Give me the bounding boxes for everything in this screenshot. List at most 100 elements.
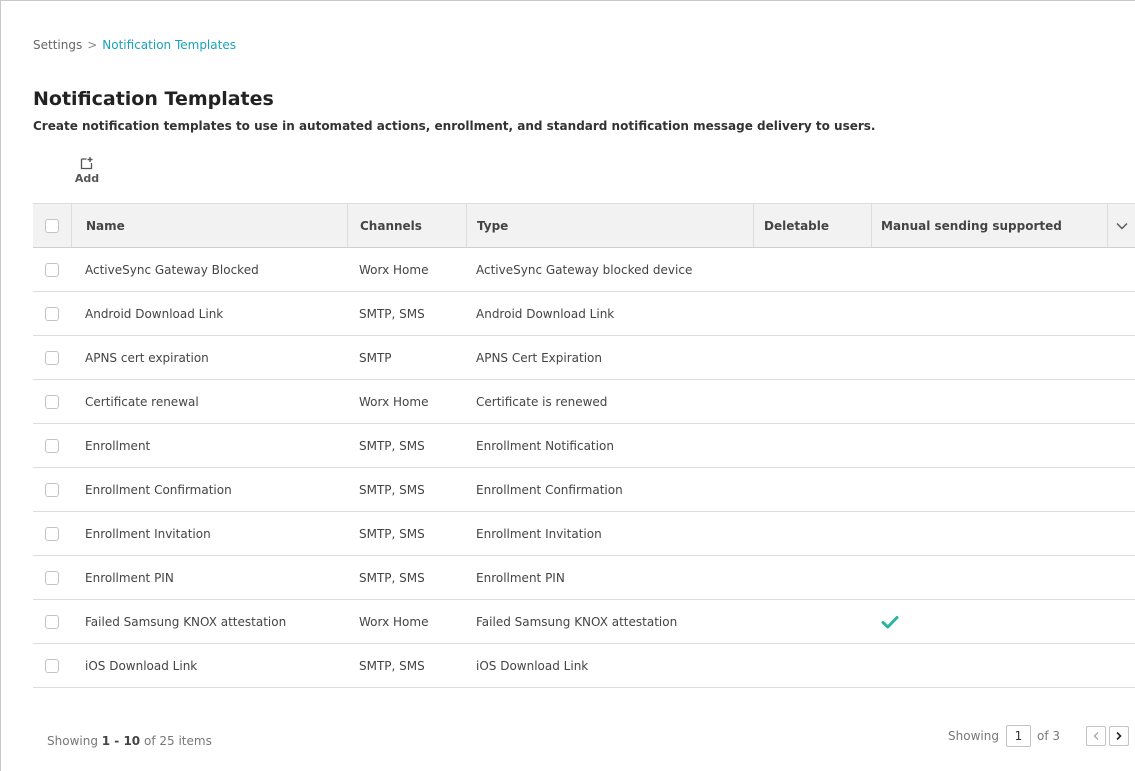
items-count: Showing 1 - 10 of 25 items xyxy=(47,734,212,748)
row-checkbox[interactable] xyxy=(45,614,59,629)
row-type: APNS Cert Expiration xyxy=(476,350,602,365)
add-button-label: Add xyxy=(74,172,100,185)
pager-label: Showing xyxy=(948,729,999,743)
row-name: Android Download Link xyxy=(85,306,224,321)
breadcrumb: Settings > Notification Templates xyxy=(33,38,236,52)
column-header-name[interactable]: Name xyxy=(71,204,347,247)
window-border-left xyxy=(0,0,1,771)
row-deletable xyxy=(753,468,871,511)
breadcrumb-separator: > xyxy=(87,38,98,52)
row-type: iOS Download Link xyxy=(476,658,589,673)
column-header-manual-sending[interactable]: Manual sending supported xyxy=(871,204,1107,247)
row-checkbox-cell xyxy=(33,424,71,467)
next-page-button[interactable] xyxy=(1109,726,1129,746)
page-title: Notification Templates xyxy=(33,88,274,110)
row-manual-sending xyxy=(871,556,1107,599)
row-manual-sending xyxy=(871,292,1107,335)
row-deletable xyxy=(753,512,871,555)
table-row[interactable]: APNS cert expiration SMTP APNS Cert Expira… xyxy=(33,336,1135,380)
window-border-top xyxy=(0,0,1135,1)
row-checkbox[interactable] xyxy=(45,306,59,321)
row-checkbox-cell xyxy=(33,644,71,687)
row-name: iOS Download Link xyxy=(85,658,198,673)
header-checkbox-cell xyxy=(33,204,71,247)
row-deletable xyxy=(753,600,871,643)
row-manual-sending xyxy=(871,600,1107,643)
items-count-prefix: Showing xyxy=(47,734,98,748)
row-type: Android Download Link xyxy=(476,306,615,321)
row-type: Enrollment Invitation xyxy=(476,526,602,541)
row-manual-sending xyxy=(871,468,1107,511)
table-row[interactable]: ActiveSync Gateway Blocked Worx Home Activ… xyxy=(33,248,1135,292)
table-row[interactable]: Enrollment SMTP, SMS Enrollment Notificati… xyxy=(33,424,1135,468)
row-channels: SMTP, SMS xyxy=(359,658,425,673)
row-checkbox-cell xyxy=(33,248,71,291)
row-checkbox-cell xyxy=(33,600,71,643)
row-type: Enrollment Confirmation xyxy=(476,482,623,497)
checkmark-icon xyxy=(881,615,899,628)
select-all-checkbox[interactable] xyxy=(45,218,59,233)
chevron-left-icon xyxy=(1093,732,1099,740)
row-name: Enrollment PIN xyxy=(85,570,174,585)
page-number-input[interactable]: 1 xyxy=(1005,725,1031,747)
table-row[interactable]: Enrollment PIN SMTP, SMS Enrollment PIN xyxy=(33,556,1135,600)
column-header-type[interactable]: Type xyxy=(466,204,753,247)
row-checkbox[interactable] xyxy=(45,482,59,497)
breadcrumb-settings-link[interactable]: Settings xyxy=(33,38,82,52)
row-deletable xyxy=(753,336,871,379)
row-type: Enrollment Notification xyxy=(476,438,614,453)
page-subtitle: Create notification templates to use in … xyxy=(33,119,876,133)
row-checkbox-cell xyxy=(33,336,71,379)
row-checkbox[interactable] xyxy=(45,570,59,585)
row-channels: SMTP, SMS xyxy=(359,438,425,453)
row-manual-sending xyxy=(871,512,1107,555)
add-button[interactable]: Add xyxy=(70,156,104,185)
row-channels: SMTP xyxy=(359,350,392,365)
column-header-deletable[interactable]: Deletable xyxy=(753,204,871,247)
row-manual-sending xyxy=(871,248,1107,291)
breadcrumb-current[interactable]: Notification Templates xyxy=(102,38,236,52)
table-body: ActiveSync Gateway Blocked Worx Home Activ… xyxy=(33,248,1135,688)
row-channels: SMTP, SMS xyxy=(359,526,425,541)
row-type: Enrollment PIN xyxy=(476,570,565,585)
items-count-range: 1 - 10 xyxy=(101,734,141,748)
row-checkbox-cell xyxy=(33,468,71,511)
row-name: APNS cert expiration xyxy=(85,350,209,365)
row-manual-sending xyxy=(871,644,1107,687)
row-checkbox[interactable] xyxy=(45,350,59,365)
row-channels: SMTP, SMS xyxy=(359,570,425,585)
table-row[interactable]: Android Download Link SMTP, SMS Android Do… xyxy=(33,292,1135,336)
row-checkbox-cell xyxy=(33,380,71,423)
table-row[interactable]: Failed Samsung KNOX attestation Worx Home… xyxy=(33,600,1135,644)
table-row[interactable]: Enrollment Confirmation SMTP, SMS Enrollme… xyxy=(33,468,1135,512)
chevron-down-icon xyxy=(1116,222,1127,229)
row-checkbox[interactable] xyxy=(45,658,59,673)
row-deletable xyxy=(753,424,871,467)
add-document-icon xyxy=(80,157,93,170)
row-deletable xyxy=(753,292,871,335)
row-name: Failed Samsung KNOX attestation xyxy=(85,614,287,629)
previous-page-button[interactable] xyxy=(1086,726,1106,746)
table-header-row: Name Channels Type Deletable Manual send… xyxy=(33,203,1135,248)
row-deletable xyxy=(753,644,871,687)
row-checkbox[interactable] xyxy=(45,262,59,277)
row-channels: Worx Home xyxy=(359,614,429,629)
row-name: Enrollment Confirmation xyxy=(85,482,232,497)
row-deletable xyxy=(753,380,871,423)
table-row[interactable]: Enrollment Invitation SMTP, SMS Enrollment… xyxy=(33,512,1135,556)
items-count-of: of xyxy=(143,734,156,748)
row-name: Certificate renewal xyxy=(85,394,199,409)
row-checkbox[interactable] xyxy=(45,394,59,409)
row-checkbox-cell xyxy=(33,512,71,555)
column-menu-button[interactable] xyxy=(1107,204,1135,247)
pager-total-pages: of 3 xyxy=(1036,729,1060,743)
row-checkbox-cell xyxy=(33,556,71,599)
row-channels: SMTP, SMS xyxy=(359,306,425,321)
row-channels: Worx Home xyxy=(359,262,429,277)
row-channels: Worx Home xyxy=(359,394,429,409)
row-checkbox[interactable] xyxy=(45,438,59,453)
row-checkbox[interactable] xyxy=(45,526,59,541)
table-row[interactable]: Certificate renewal Worx Home Certificate … xyxy=(33,380,1135,424)
column-header-channels[interactable]: Channels xyxy=(347,204,466,247)
table-row[interactable]: iOS Download Link SMTP, SMS iOS Download L… xyxy=(33,644,1135,688)
